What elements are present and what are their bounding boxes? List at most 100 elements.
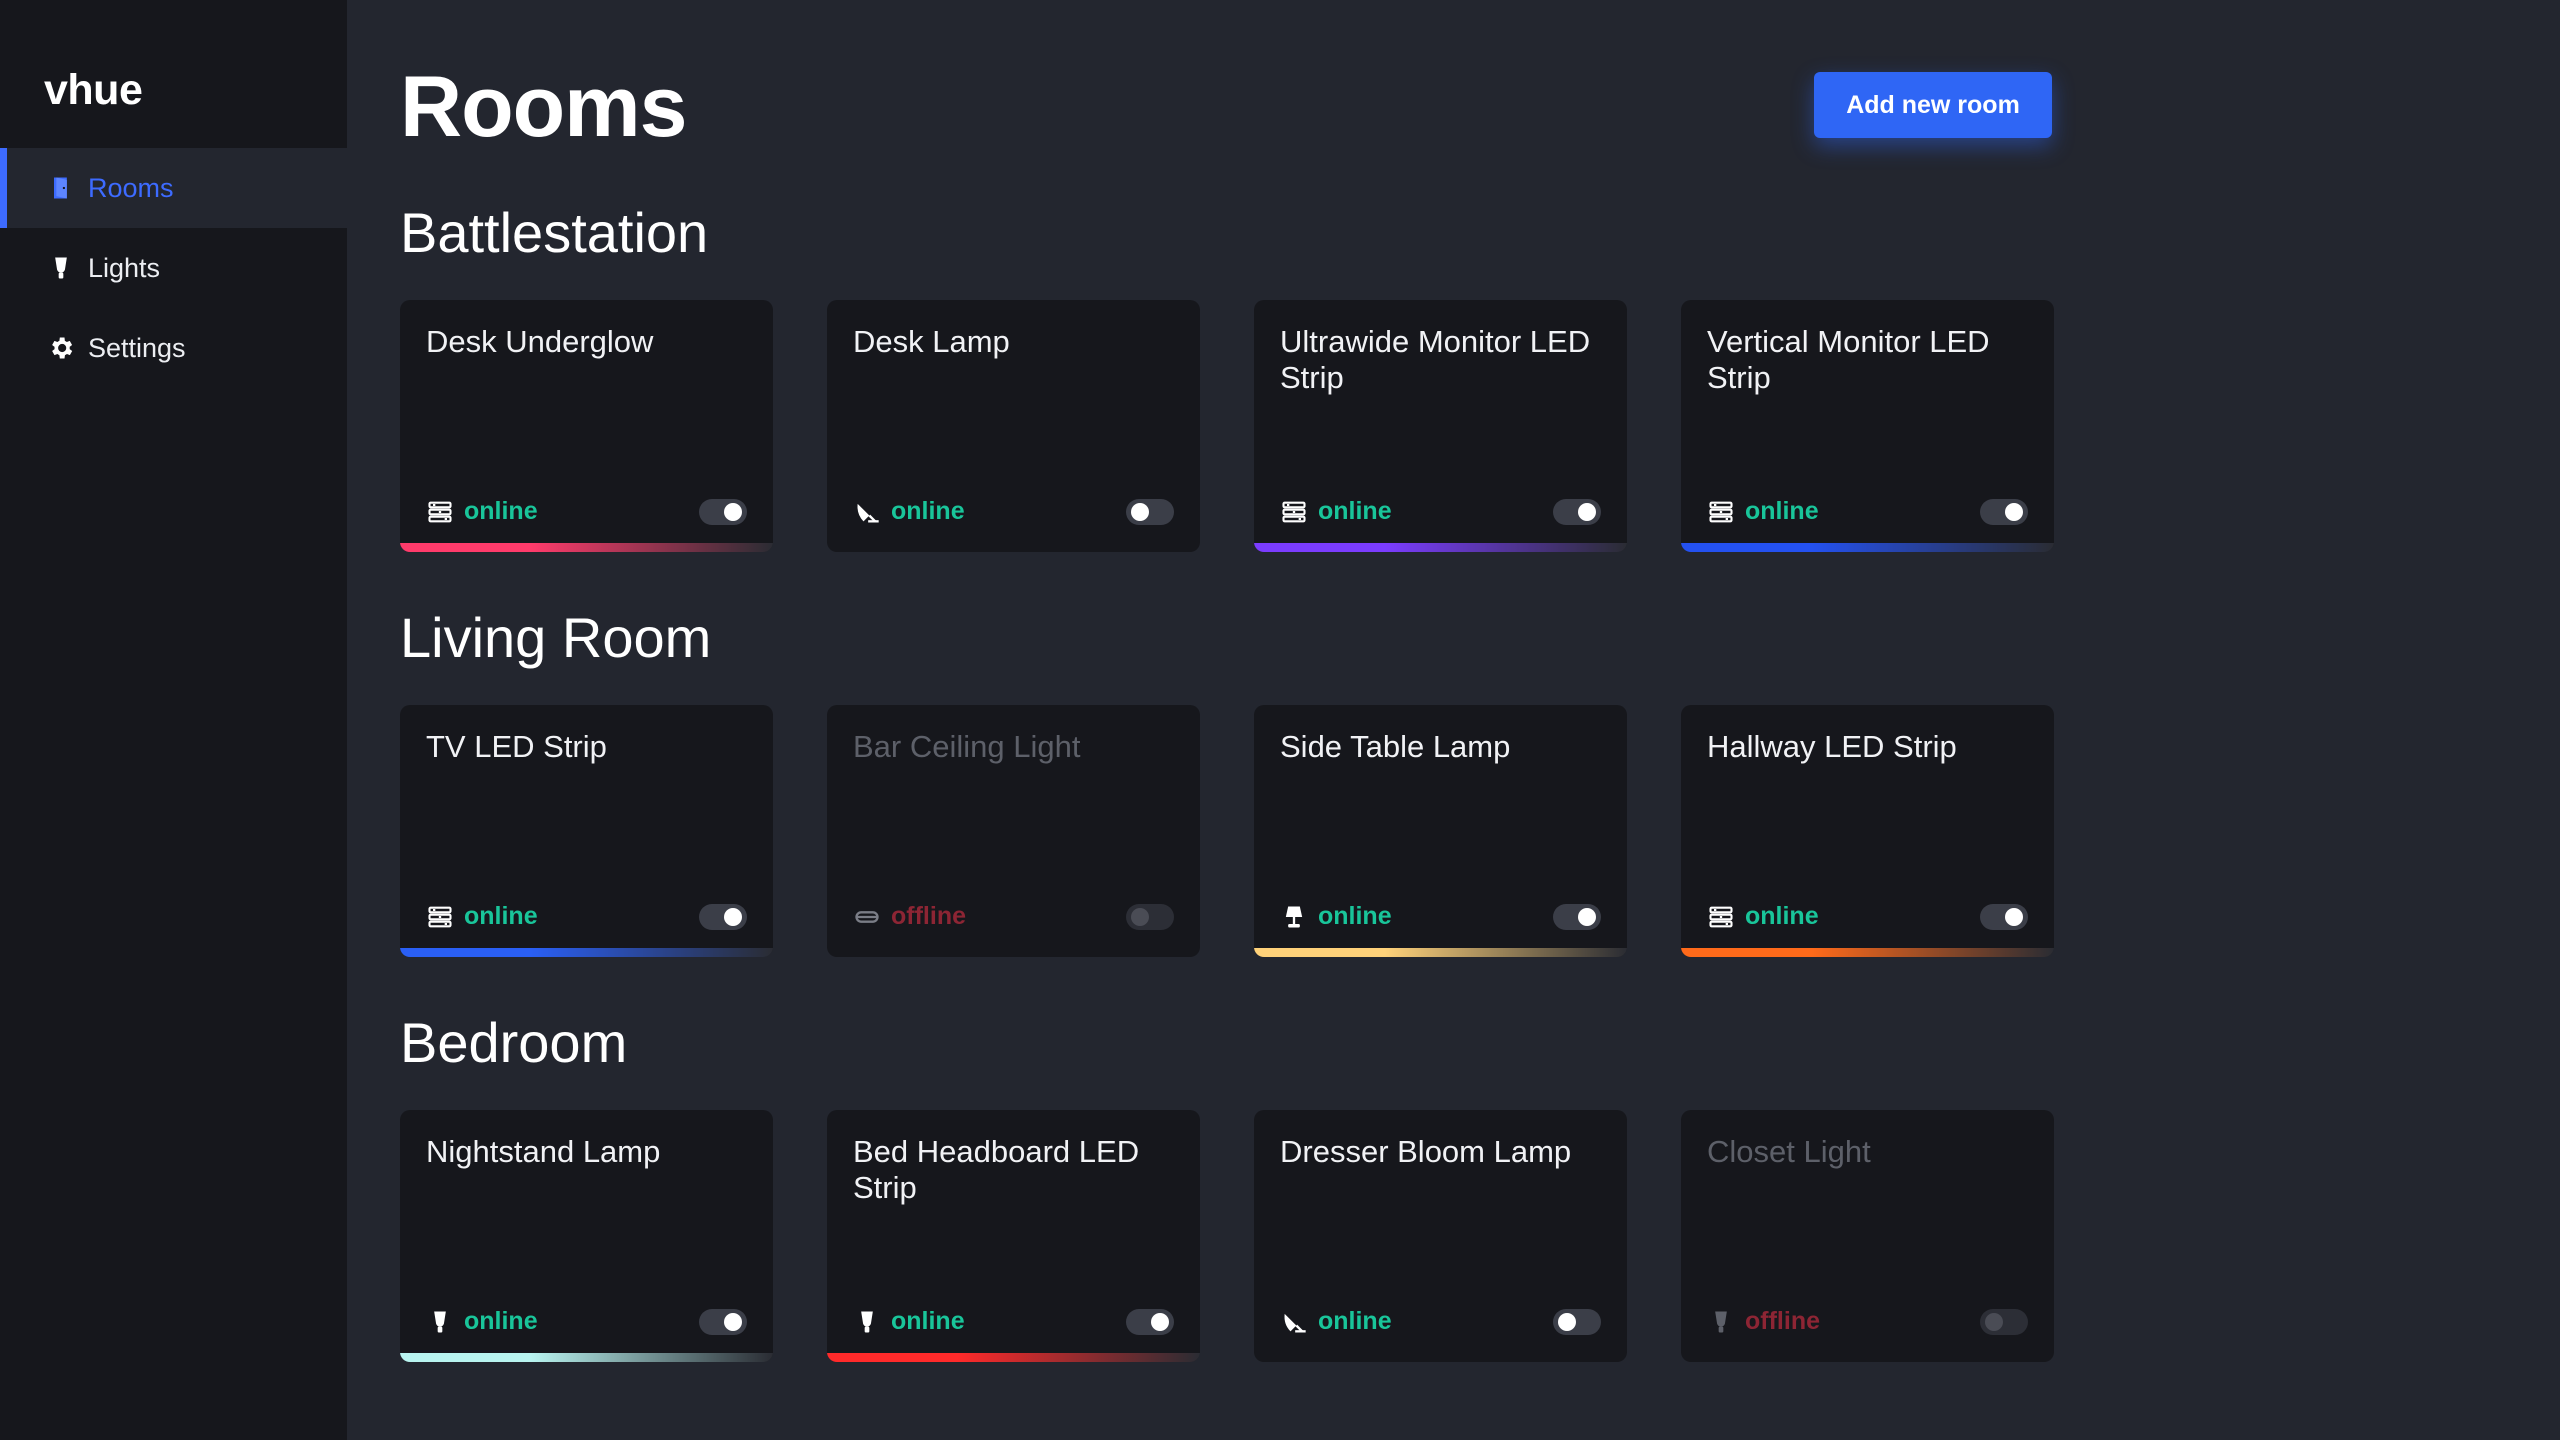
power-toggle[interactable]	[1126, 499, 1174, 525]
light-name: Nightstand Lamp	[426, 1134, 661, 1169]
light-color-bar	[827, 1353, 1200, 1362]
gear-icon	[46, 333, 76, 363]
bulb-icon	[1707, 1308, 1735, 1336]
light-color-bar	[1681, 948, 2054, 957]
status-text: offline	[891, 902, 966, 930]
light-card[interactable]: Desk Underglow online	[400, 300, 773, 552]
toggle-knob	[2005, 503, 2023, 521]
light-card[interactable]: Ultrawide Monitor LED Strip online	[1254, 300, 1627, 552]
sidebar: vhue Rooms Lights Settings	[0, 0, 347, 1440]
status-text: online	[464, 1307, 538, 1335]
power-toggle[interactable]	[699, 904, 747, 930]
led-strip-icon	[426, 498, 454, 526]
light-name: Closet Light	[1707, 1134, 1871, 1169]
toggle-knob	[724, 1313, 742, 1331]
bulb-icon	[426, 1308, 454, 1336]
room-title: Bedroom	[400, 1011, 628, 1074]
toggle-knob	[1131, 908, 1149, 926]
status-row: online	[1280, 497, 1392, 526]
sidebar-item-settings[interactable]: Settings	[0, 308, 347, 388]
light-card[interactable]: Bar Ceiling Light offline	[827, 705, 1200, 957]
status-row: online	[426, 1307, 538, 1336]
light-name: Hallway LED Strip	[1707, 729, 1957, 764]
sidebar-item-label: Lights	[88, 252, 161, 283]
light-name: Vertical Monitor LED Strip	[1707, 324, 1990, 395]
toggle-knob	[1578, 503, 1596, 521]
toggle-knob	[724, 908, 742, 926]
ceiling-light-icon	[853, 903, 881, 931]
light-color-bar	[1254, 948, 1627, 957]
led-strip-icon	[1707, 498, 1735, 526]
add-room-button[interactable]: Add new room	[1814, 72, 2052, 138]
light-card[interactable]: Desk Lamp online	[827, 300, 1200, 552]
light-card[interactable]: Bed Headboard LED Strip online	[827, 1110, 1200, 1362]
power-toggle[interactable]	[1553, 1309, 1601, 1335]
power-toggle[interactable]	[1980, 1309, 2028, 1335]
status-row: online	[426, 902, 538, 931]
sidebar-item-lights[interactable]: Lights	[0, 228, 347, 308]
status-row: offline	[853, 902, 966, 931]
toggle-knob	[1985, 1313, 2003, 1331]
toggle-knob	[1131, 503, 1149, 521]
room-title: Battlestation	[400, 201, 709, 264]
power-toggle[interactable]	[699, 1309, 747, 1335]
light-card[interactable]: Dresser Bloom Lamp online	[1254, 1110, 1627, 1362]
status-text: online	[1745, 902, 1819, 930]
power-toggle[interactable]	[1553, 904, 1601, 930]
light-name: Bar Ceiling Light	[853, 729, 1081, 764]
led-strip-icon	[1707, 903, 1735, 931]
sidebar-item-label: Settings	[88, 332, 186, 363]
toggle-knob	[724, 503, 742, 521]
light-card[interactable]: Closet Light offline	[1681, 1110, 2054, 1362]
light-card[interactable]: Vertical Monitor LED Strip online	[1681, 300, 2054, 552]
status-row: online	[1707, 902, 1819, 931]
status-text: online	[1318, 1307, 1392, 1335]
light-card[interactable]: Side Table Lamp online	[1254, 705, 1627, 957]
status-text: online	[464, 497, 538, 525]
led-strip-icon	[1280, 498, 1308, 526]
status-row: online	[1707, 497, 1819, 526]
toggle-knob	[1558, 1313, 1576, 1331]
status-row: offline	[1707, 1307, 1820, 1336]
toggle-knob	[2005, 908, 2023, 926]
light-color-bar	[1254, 543, 1627, 552]
light-name: Dresser Bloom Lamp	[1280, 1134, 1572, 1169]
light-card[interactable]: TV LED Strip online	[400, 705, 773, 957]
status-text: online	[464, 902, 538, 930]
light-color-bar	[400, 1353, 773, 1362]
light-name: Bed Headboard LED Strip	[853, 1134, 1140, 1205]
status-text: online	[1318, 902, 1392, 930]
status-text: online	[891, 1307, 965, 1335]
power-toggle[interactable]	[1980, 904, 2028, 930]
light-name: Side Table Lamp	[1280, 729, 1511, 764]
light-color-bar	[400, 948, 773, 957]
status-row: online	[853, 497, 965, 526]
light-name: Desk Underglow	[426, 324, 654, 359]
light-card[interactable]: Nightstand Lamp online	[400, 1110, 773, 1362]
toggle-knob	[1151, 1313, 1169, 1331]
sidebar-item-rooms[interactable]: Rooms	[0, 148, 347, 228]
power-toggle[interactable]	[1126, 904, 1174, 930]
status-row: online	[1280, 1307, 1392, 1336]
room-title: Living Room	[400, 606, 712, 669]
toggle-knob	[1578, 908, 1596, 926]
power-toggle[interactable]	[699, 499, 747, 525]
status-row: online	[426, 497, 538, 526]
status-text: online	[1318, 497, 1392, 525]
bulb-icon	[853, 1308, 881, 1336]
light-card[interactable]: Hallway LED Strip online	[1681, 705, 2054, 957]
power-toggle[interactable]	[1126, 1309, 1174, 1335]
table-lamp-icon	[1280, 903, 1308, 931]
light-name: TV LED Strip	[426, 729, 607, 764]
page-title: Rooms	[400, 59, 687, 155]
light-color-bar	[400, 543, 773, 552]
power-toggle[interactable]	[1553, 499, 1601, 525]
status-text: online	[891, 497, 965, 525]
light-color-bar	[1681, 543, 2054, 552]
app-logo[interactable]: vhue	[44, 66, 143, 115]
power-toggle[interactable]	[1980, 499, 2028, 525]
status-row: online	[1280, 902, 1392, 931]
desk-lamp-icon	[1280, 1308, 1308, 1336]
light-name: Desk Lamp	[853, 324, 1010, 359]
status-text: offline	[1745, 1307, 1820, 1335]
